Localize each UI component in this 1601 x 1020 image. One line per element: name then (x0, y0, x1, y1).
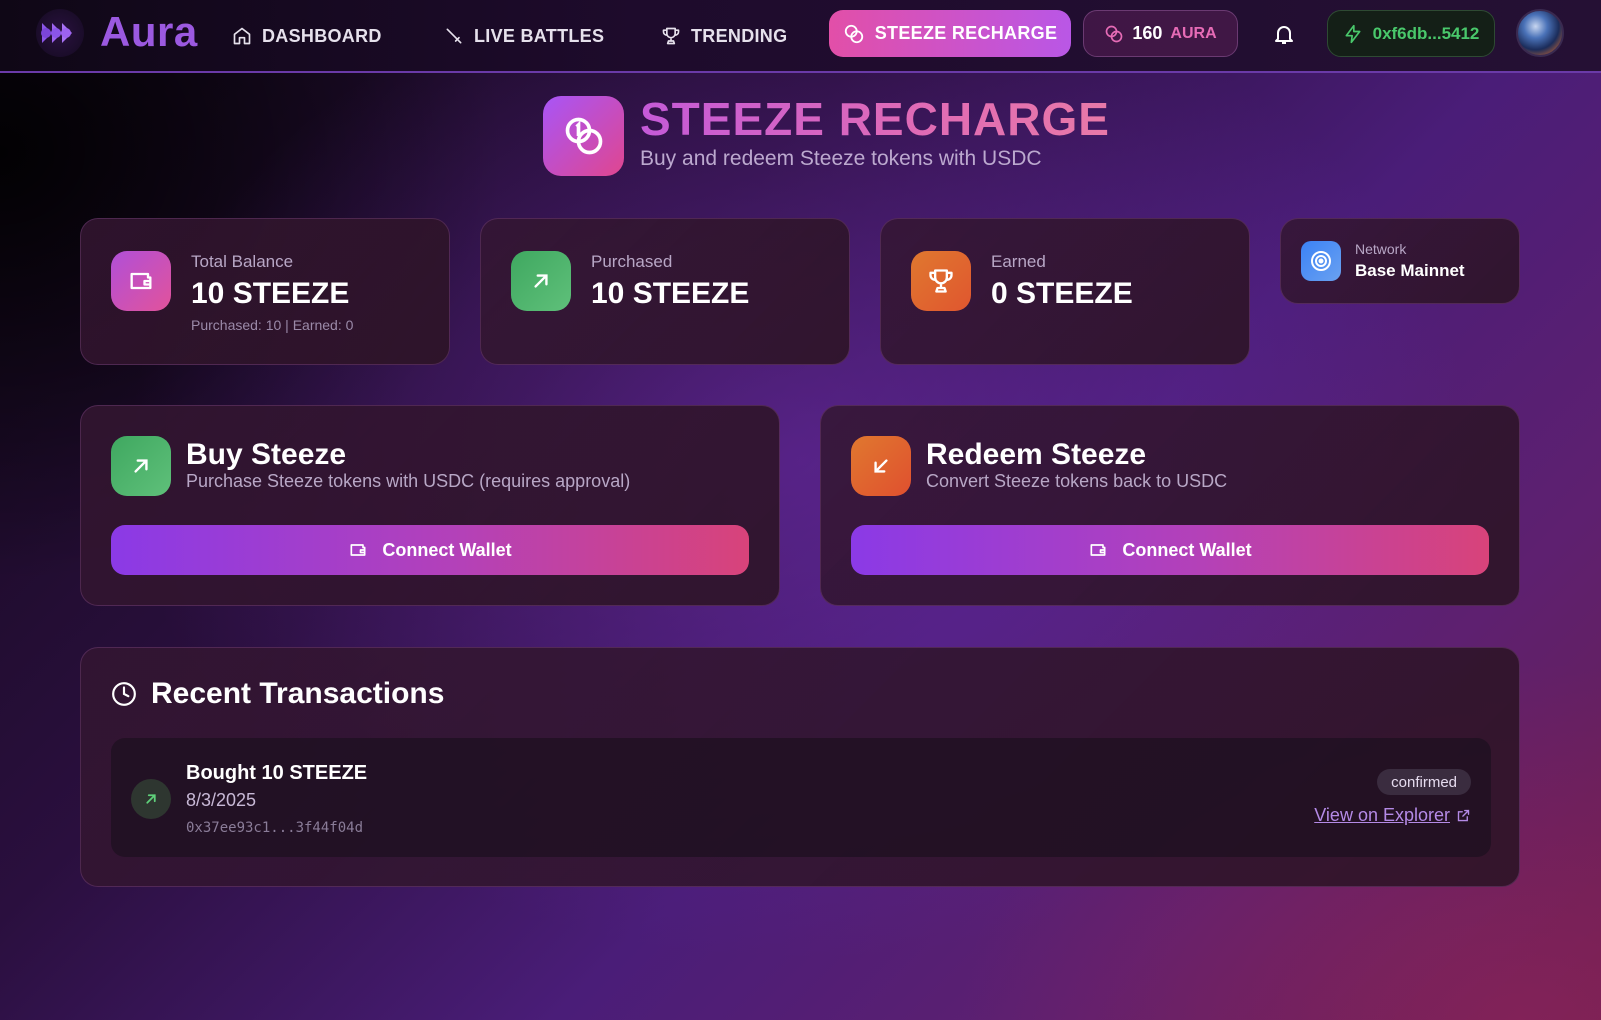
total-balance-card: Total Balance 10 STEEZE Purchased: 10 | … (80, 218, 450, 365)
nav-dashboard[interactable]: DASHBOARD (232, 18, 382, 54)
network-value: Base Mainnet (1355, 261, 1465, 280)
transaction-description: Bought 10 STEEZE (186, 762, 368, 784)
buy-steeze-card: Buy Steeze Purchase Steeze tokens with U… (80, 405, 780, 606)
external-link-icon (1457, 809, 1470, 822)
avatar[interactable] (1516, 9, 1564, 57)
buy-steeze-title: Buy Steeze (186, 438, 347, 471)
page-subtitle: Buy and redeem Steeze tokens with USDC (640, 147, 1042, 170)
arrow-up-right-icon (111, 436, 171, 496)
recent-transactions-title: Recent Transactions (151, 677, 445, 710)
arrow-down-left-icon (851, 436, 911, 496)
view-on-explorer-link[interactable]: View on Explorer (1314, 805, 1471, 826)
view-on-explorer-label: View on Explorer (1314, 805, 1450, 825)
total-balance-breakdown: Purchased: 10 | Earned: 0 (191, 317, 354, 333)
redeem-steeze-title: Redeem Steeze (926, 438, 1147, 471)
arrow-up-right-icon (131, 779, 171, 819)
sword-icon (446, 28, 462, 44)
aura-balance-pill[interactable]: 160 AURA (1083, 10, 1238, 57)
aura-balance-unit: AURA (1170, 24, 1217, 42)
coins-icon (543, 96, 624, 176)
trophy-icon (662, 27, 680, 45)
earned-value: 0 STEEZE (991, 277, 1133, 310)
page-title: STEEZE RECHARGE (640, 93, 1110, 145)
transaction-date: 8/3/2025 (186, 790, 257, 810)
nav-steeze-recharge[interactable]: STEEZE RECHARGE (829, 10, 1071, 57)
earned-label: Earned (991, 252, 1046, 271)
nav-live-battles-label: LIVE BATTLES (474, 25, 605, 46)
nav-steeze-recharge-label: STEEZE RECHARGE (874, 23, 1058, 43)
trophy-icon (911, 251, 971, 311)
wallet-address-pill[interactable]: 0xf6db...5412 (1327, 10, 1495, 57)
nav-trending[interactable]: TRENDING (661, 18, 787, 54)
home-icon (233, 27, 251, 45)
purchased-value: 10 STEEZE (591, 277, 750, 310)
recent-transactions-card: Recent Transactions Bought 10 STEEZE 8/3… (80, 647, 1520, 887)
buy-steeze-subtitle: Purchase Steeze tokens with USDC (requir… (186, 471, 631, 491)
purchased-label: Purchased (591, 252, 673, 271)
clock-icon (112, 682, 136, 706)
aura-balance-value: 160 (1132, 23, 1163, 43)
wallet-icon (350, 544, 366, 556)
aura-logo-icon[interactable] (36, 9, 84, 57)
network-card: Network Base Mainnet (1280, 218, 1520, 304)
total-balance-label: Total Balance (191, 252, 294, 271)
nav-live-battles[interactable]: LIVE BATTLES (444, 18, 604, 54)
network-label: Network (1355, 241, 1407, 257)
arrow-up-right-icon (511, 251, 571, 311)
coins-icon (1106, 25, 1123, 42)
brand-name[interactable]: Aura (100, 8, 198, 56)
status-badge: confirmed (1377, 769, 1471, 795)
table-row: Bought 10 STEEZE 8/3/2025 0x37ee93c1...3… (111, 738, 1491, 857)
purchased-card: Purchased 10 STEEZE (480, 218, 850, 365)
redeem-connect-wallet-label: Connect Wallet (1122, 539, 1252, 560)
redeem-steeze-card: Redeem Steeze Convert Steeze tokens back… (820, 405, 1520, 606)
transaction-hash: 0x37ee93c1...3f44f04d (186, 820, 364, 836)
nav-dashboard-label: DASHBOARD (262, 25, 382, 46)
wallet-address: 0xf6db...5412 (1372, 23, 1480, 43)
wallet-icon (1090, 544, 1106, 556)
top-navbar: Aura DASHBOARD LIVE BATTLES TRENDING STE… (0, 0, 1601, 73)
redeem-connect-wallet-button[interactable]: Connect Wallet (851, 525, 1489, 575)
target-icon (1301, 241, 1341, 281)
buy-connect-wallet-label: Connect Wallet (382, 539, 512, 560)
bell-icon[interactable] (1272, 22, 1296, 46)
lightning-icon (1345, 24, 1361, 43)
redeem-steeze-subtitle: Convert Steeze tokens back to USDC (926, 471, 1228, 491)
nav-trending-label: TRENDING (691, 25, 788, 46)
buy-connect-wallet-button[interactable]: Connect Wallet (111, 525, 749, 575)
coins-icon (844, 24, 863, 43)
total-balance-value: 10 STEEZE (191, 277, 350, 310)
wallet-icon (111, 251, 171, 311)
earned-card: Earned 0 STEEZE (880, 218, 1250, 365)
